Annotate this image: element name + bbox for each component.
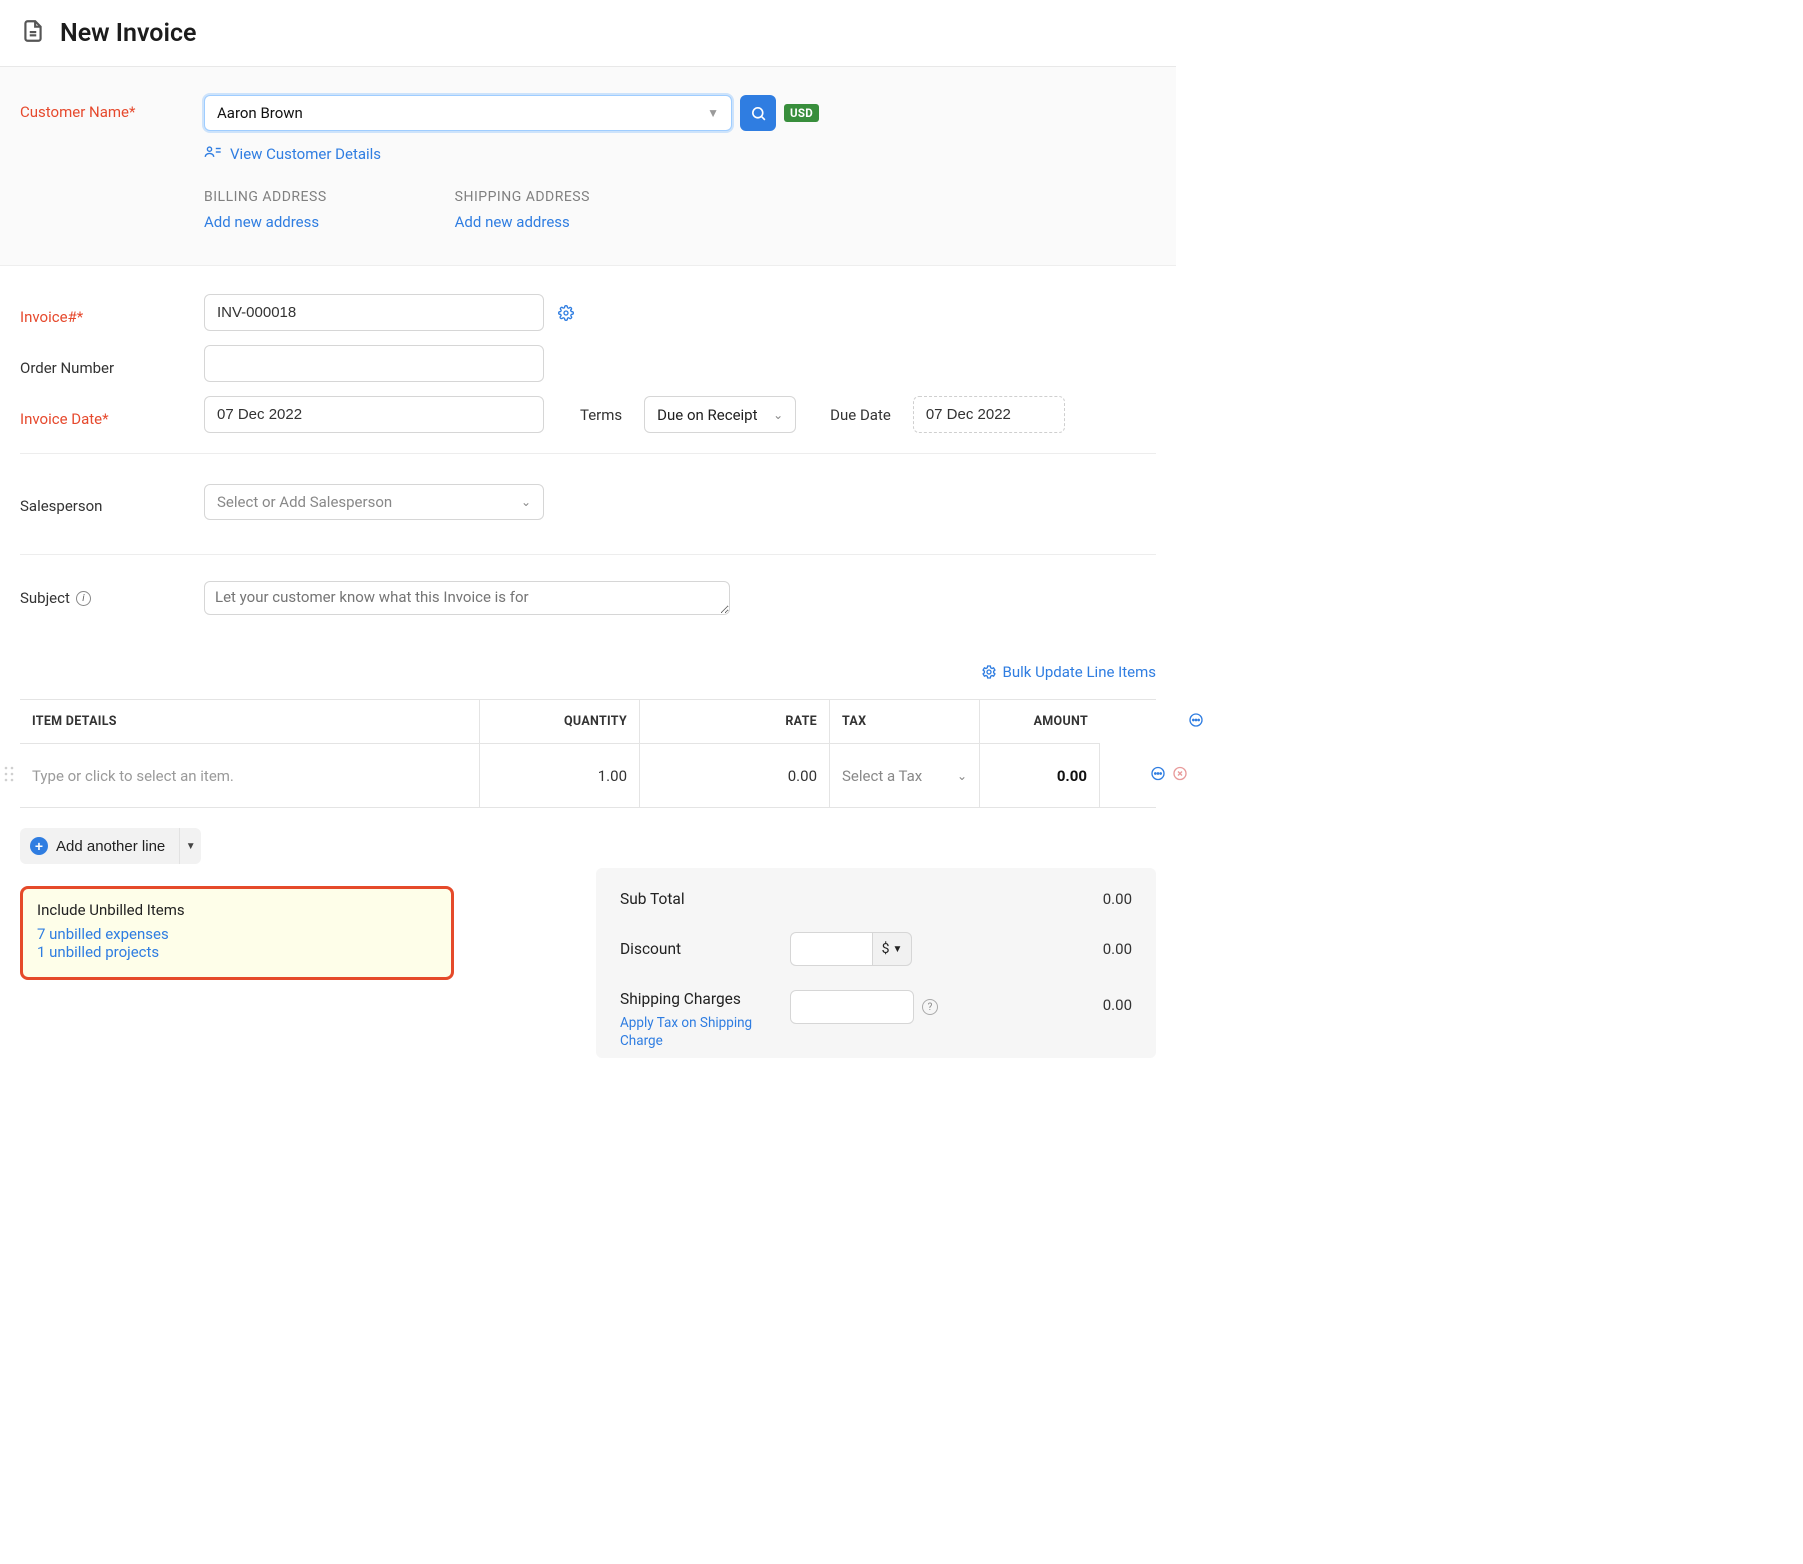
table-options-icon[interactable] bbox=[1188, 712, 1204, 732]
col-header-rate: RATE bbox=[640, 700, 830, 744]
apply-tax-shipping-link[interactable]: Apply Tax on Shipping Charge bbox=[620, 1014, 760, 1050]
invoice-number-settings-button[interactable] bbox=[558, 305, 574, 321]
terms-select[interactable]: Due on Receipt ⌄ bbox=[644, 396, 796, 433]
drag-handle-icon[interactable] bbox=[4, 766, 14, 786]
subject-textarea[interactable] bbox=[204, 581, 730, 615]
caret-down-icon: ▼ bbox=[186, 841, 196, 852]
salesperson-placeholder: Select or Add Salesperson bbox=[217, 493, 392, 511]
add-line-label: Add another line bbox=[56, 838, 165, 855]
due-date-input[interactable] bbox=[913, 396, 1065, 433]
row-more-icon[interactable] bbox=[1150, 766, 1166, 786]
invoice-number-label: Invoice#* bbox=[20, 300, 204, 326]
gear-icon bbox=[981, 664, 997, 680]
page-title: New Invoice bbox=[60, 19, 196, 48]
customer-name-value: Aaron Brown bbox=[217, 104, 303, 122]
due-date-label: Due Date bbox=[830, 406, 891, 424]
chevron-down-icon: ⌄ bbox=[773, 408, 783, 422]
shipping-input[interactable] bbox=[790, 990, 914, 1024]
row-remove-icon[interactable] bbox=[1172, 766, 1188, 786]
help-icon[interactable]: ? bbox=[922, 999, 938, 1015]
invoice-number-input[interactable] bbox=[204, 294, 544, 331]
unbilled-expenses-link[interactable]: 7 unbilled expenses bbox=[37, 925, 169, 943]
shipping-address-heading: SHIPPING ADDRESS bbox=[455, 189, 590, 205]
document-icon bbox=[20, 18, 46, 48]
col-header-amount: AMOUNT bbox=[980, 700, 1100, 744]
terms-label: Terms bbox=[580, 406, 622, 424]
customer-select[interactable]: Aaron Brown ▼ bbox=[204, 95, 732, 131]
unbilled-callout: Include Unbilled Items 7 unbilled expens… bbox=[20, 886, 454, 980]
order-number-label: Order Number bbox=[20, 351, 204, 377]
shipping-label: Shipping Charges bbox=[620, 990, 790, 1008]
discount-label: Discount bbox=[620, 940, 790, 958]
col-header-qty: QUANTITY bbox=[480, 700, 640, 744]
add-line-dropdown[interactable]: ▼ bbox=[179, 828, 201, 864]
salesperson-select[interactable]: Select or Add Salesperson ⌄ bbox=[204, 484, 544, 520]
caret-down-icon: ▼ bbox=[892, 944, 902, 955]
col-header-item: ITEM DETAILS bbox=[20, 700, 480, 744]
item-input[interactable]: Type or click to select an item. bbox=[20, 744, 480, 807]
invoice-date-label: Invoice Date* bbox=[20, 402, 204, 428]
subject-label: Subject bbox=[20, 589, 70, 607]
tax-placeholder: Select a Tax bbox=[842, 767, 922, 785]
unbilled-projects-link[interactable]: 1 unbilled projects bbox=[37, 943, 159, 961]
terms-value: Due on Receipt bbox=[657, 406, 757, 424]
subtotal-value: 0.00 bbox=[1103, 890, 1132, 908]
bulk-update-link[interactable]: Bulk Update Line Items bbox=[981, 663, 1156, 681]
salesperson-label: Salesperson bbox=[20, 489, 204, 515]
rate-input[interactable]: 0.00 bbox=[640, 744, 830, 807]
add-shipping-address-link[interactable]: Add new address bbox=[455, 213, 570, 231]
chevron-down-icon: ⌄ bbox=[521, 495, 531, 509]
discount-unit-value: $ bbox=[882, 941, 890, 957]
user-card-icon bbox=[204, 145, 222, 163]
view-customer-details-link[interactable]: View Customer Details bbox=[204, 145, 1156, 163]
currency-badge: USD bbox=[784, 104, 819, 122]
totals-panel: Sub Total 0.00 Discount $ ▼ 0.00 Shippin… bbox=[596, 868, 1156, 1058]
qty-input[interactable]: 1.00 bbox=[480, 744, 640, 807]
tax-select[interactable]: Select a Tax ⌄ bbox=[842, 767, 967, 785]
item-row: Type or click to select an item. 1.00 0.… bbox=[20, 744, 1156, 808]
discount-input[interactable] bbox=[790, 932, 872, 966]
divider bbox=[20, 453, 1156, 454]
subtotal-label: Sub Total bbox=[620, 890, 685, 908]
order-number-input[interactable] bbox=[204, 345, 544, 382]
discount-unit-select[interactable]: $ ▼ bbox=[872, 932, 912, 966]
add-line-button[interactable]: + Add another line bbox=[20, 828, 179, 864]
view-details-label: View Customer Details bbox=[230, 145, 381, 163]
plus-icon: + bbox=[30, 837, 48, 855]
discount-value: 0.00 bbox=[1052, 940, 1132, 958]
invoice-date-input[interactable] bbox=[204, 396, 544, 433]
chevron-down-icon: ⌄ bbox=[957, 769, 967, 783]
chevron-down-icon: ▼ bbox=[707, 106, 719, 120]
bulk-update-label: Bulk Update Line Items bbox=[1003, 663, 1156, 681]
customer-name-label: Customer Name* bbox=[20, 95, 204, 121]
col-header-tax: TAX bbox=[830, 700, 980, 744]
billing-address-heading: BILLING ADDRESS bbox=[204, 189, 327, 205]
add-billing-address-link[interactable]: Add new address bbox=[204, 213, 319, 231]
unbilled-title: Include Unbilled Items bbox=[37, 901, 437, 919]
info-icon[interactable]: i bbox=[76, 591, 91, 606]
divider bbox=[20, 554, 1156, 555]
amount-cell: 0.00 bbox=[980, 744, 1100, 807]
shipping-value: 0.00 bbox=[1052, 990, 1132, 1014]
customer-search-button[interactable] bbox=[740, 95, 776, 131]
